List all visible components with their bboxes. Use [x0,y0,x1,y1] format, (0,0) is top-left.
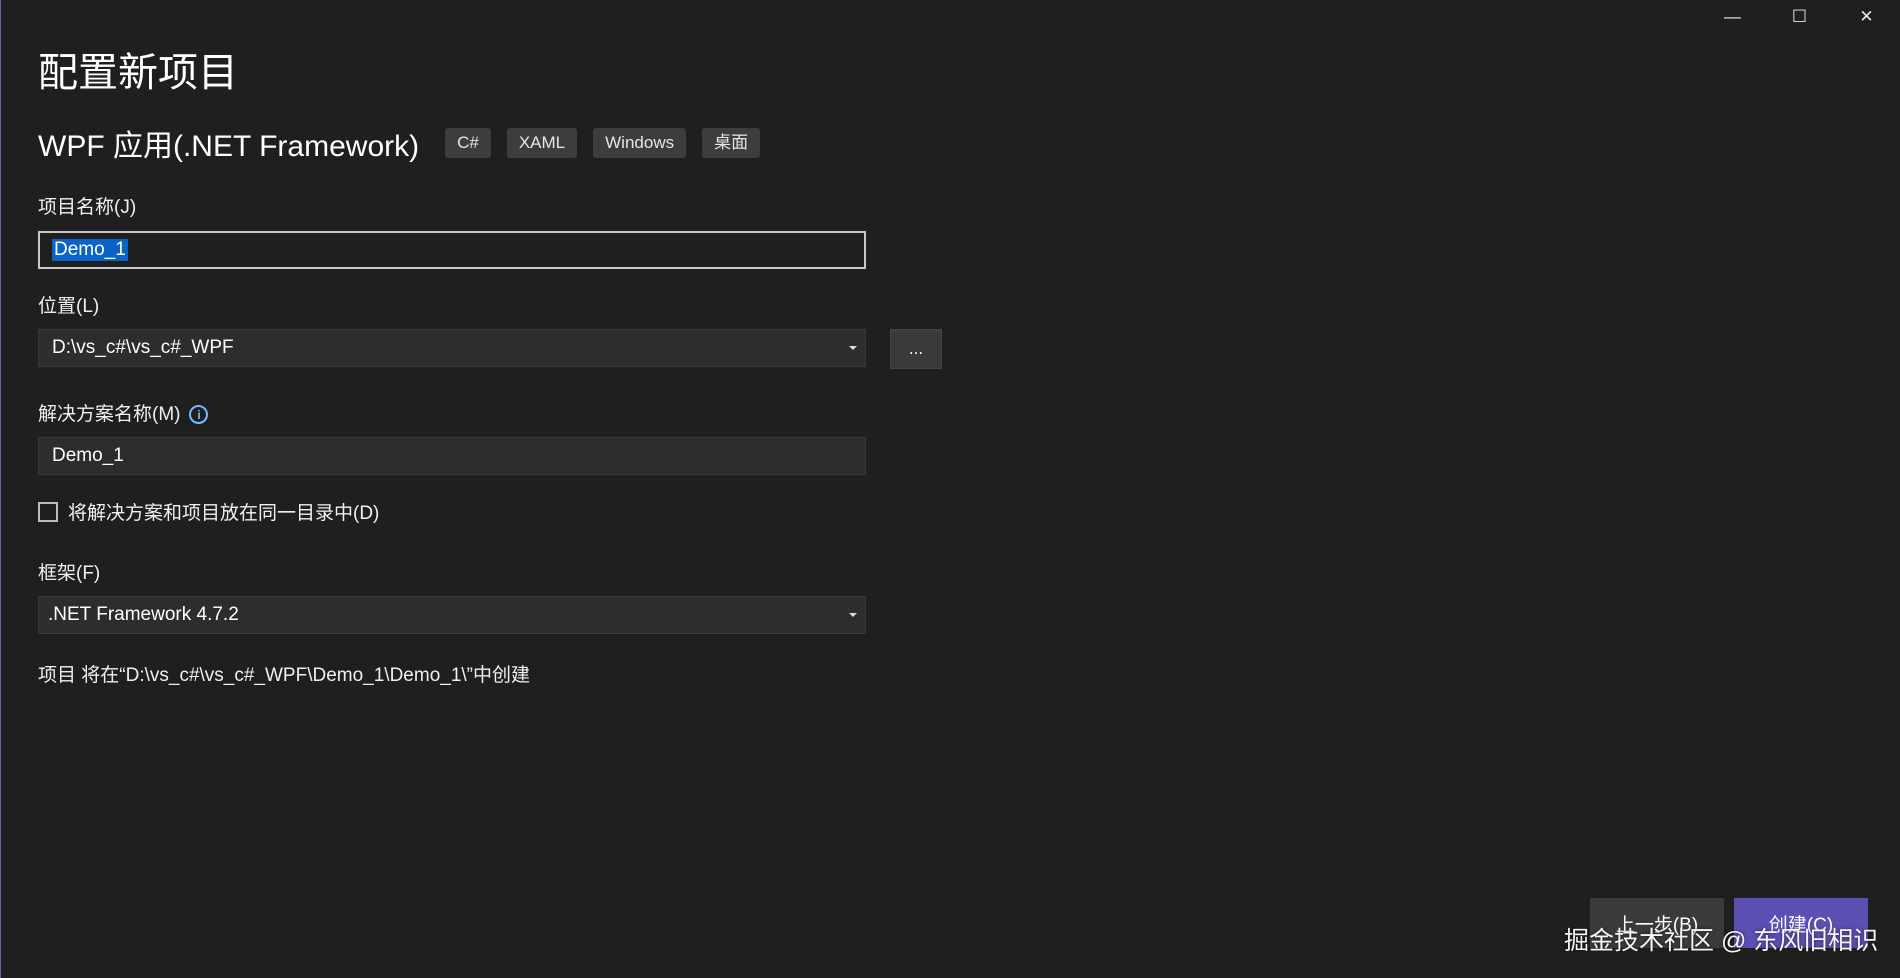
framework-label: 框架(F) [38,563,101,584]
tag-xaml: XAML [506,128,578,158]
close-button[interactable]: ✕ [1833,0,1900,34]
tag-platform: Windows [593,128,687,158]
framework-combobox[interactable]: .NET Framework 4.7.2 [38,596,866,634]
template-name: WPF 应用(.NET Framework) [38,130,420,163]
solution-name-input[interactable]: Demo_1 [38,437,866,475]
maximize-icon: ☐ [1791,7,1808,26]
framework-value: .NET Framework 4.7.2 [48,604,239,625]
chevron-down-icon [849,346,857,350]
close-icon: ✕ [1859,7,1874,26]
same-directory-label[interactable]: 将解决方案和项目放在同一目录中(D) [68,498,379,525]
minimize-button[interactable]: — [1699,0,1766,34]
solution-name-label: 解决方案名称(M) [38,404,181,425]
solution-name-value: Demo_1 [52,445,124,466]
configure-project-window: — ☐ ✕ 配置新项目 WPF 应用(.NET Framework) C# XA… [0,0,1900,978]
location-value: D:\vs_c#\vs_c#_WPF [52,337,234,358]
watermark: 掘金技术社区 @ 东风旧相识 [1564,927,1879,955]
minimize-icon: — [1724,7,1741,26]
tag-language: C# [445,128,491,158]
chevron-down-icon [849,613,857,617]
same-directory-checkbox[interactable] [38,501,58,522]
info-icon[interactable]: i [189,405,209,425]
project-path-summary: 项目 将在“D:\vs_c#\vs_c#_WPF\Demo_1\Demo_1\”… [38,665,531,686]
window-controls: — ☐ ✕ [1699,0,1900,34]
project-name-value: Demo_1 [52,239,128,261]
project-name-input[interactable]: Demo_1 [38,231,866,269]
location-combobox[interactable]: D:\vs_c#\vs_c#_WPF [38,329,866,367]
tag-desktop: 桌面 [702,128,761,158]
maximize-button[interactable]: ☐ [1766,0,1833,34]
template-header: WPF 应用(.NET Framework) C# XAML Windows 桌… [38,121,776,165]
solution-name-label-row: 解决方案名称(M) i [38,399,209,426]
browse-button-label: ... [908,339,924,358]
location-label: 位置(L) [38,296,100,317]
same-directory-option[interactable]: 将解决方案和项目放在同一目录中(D) [38,498,379,525]
project-name-label: 项目名称(J) [38,197,137,218]
page-title: 配置新项目 [38,51,238,95]
browse-button[interactable]: ... [890,329,942,369]
